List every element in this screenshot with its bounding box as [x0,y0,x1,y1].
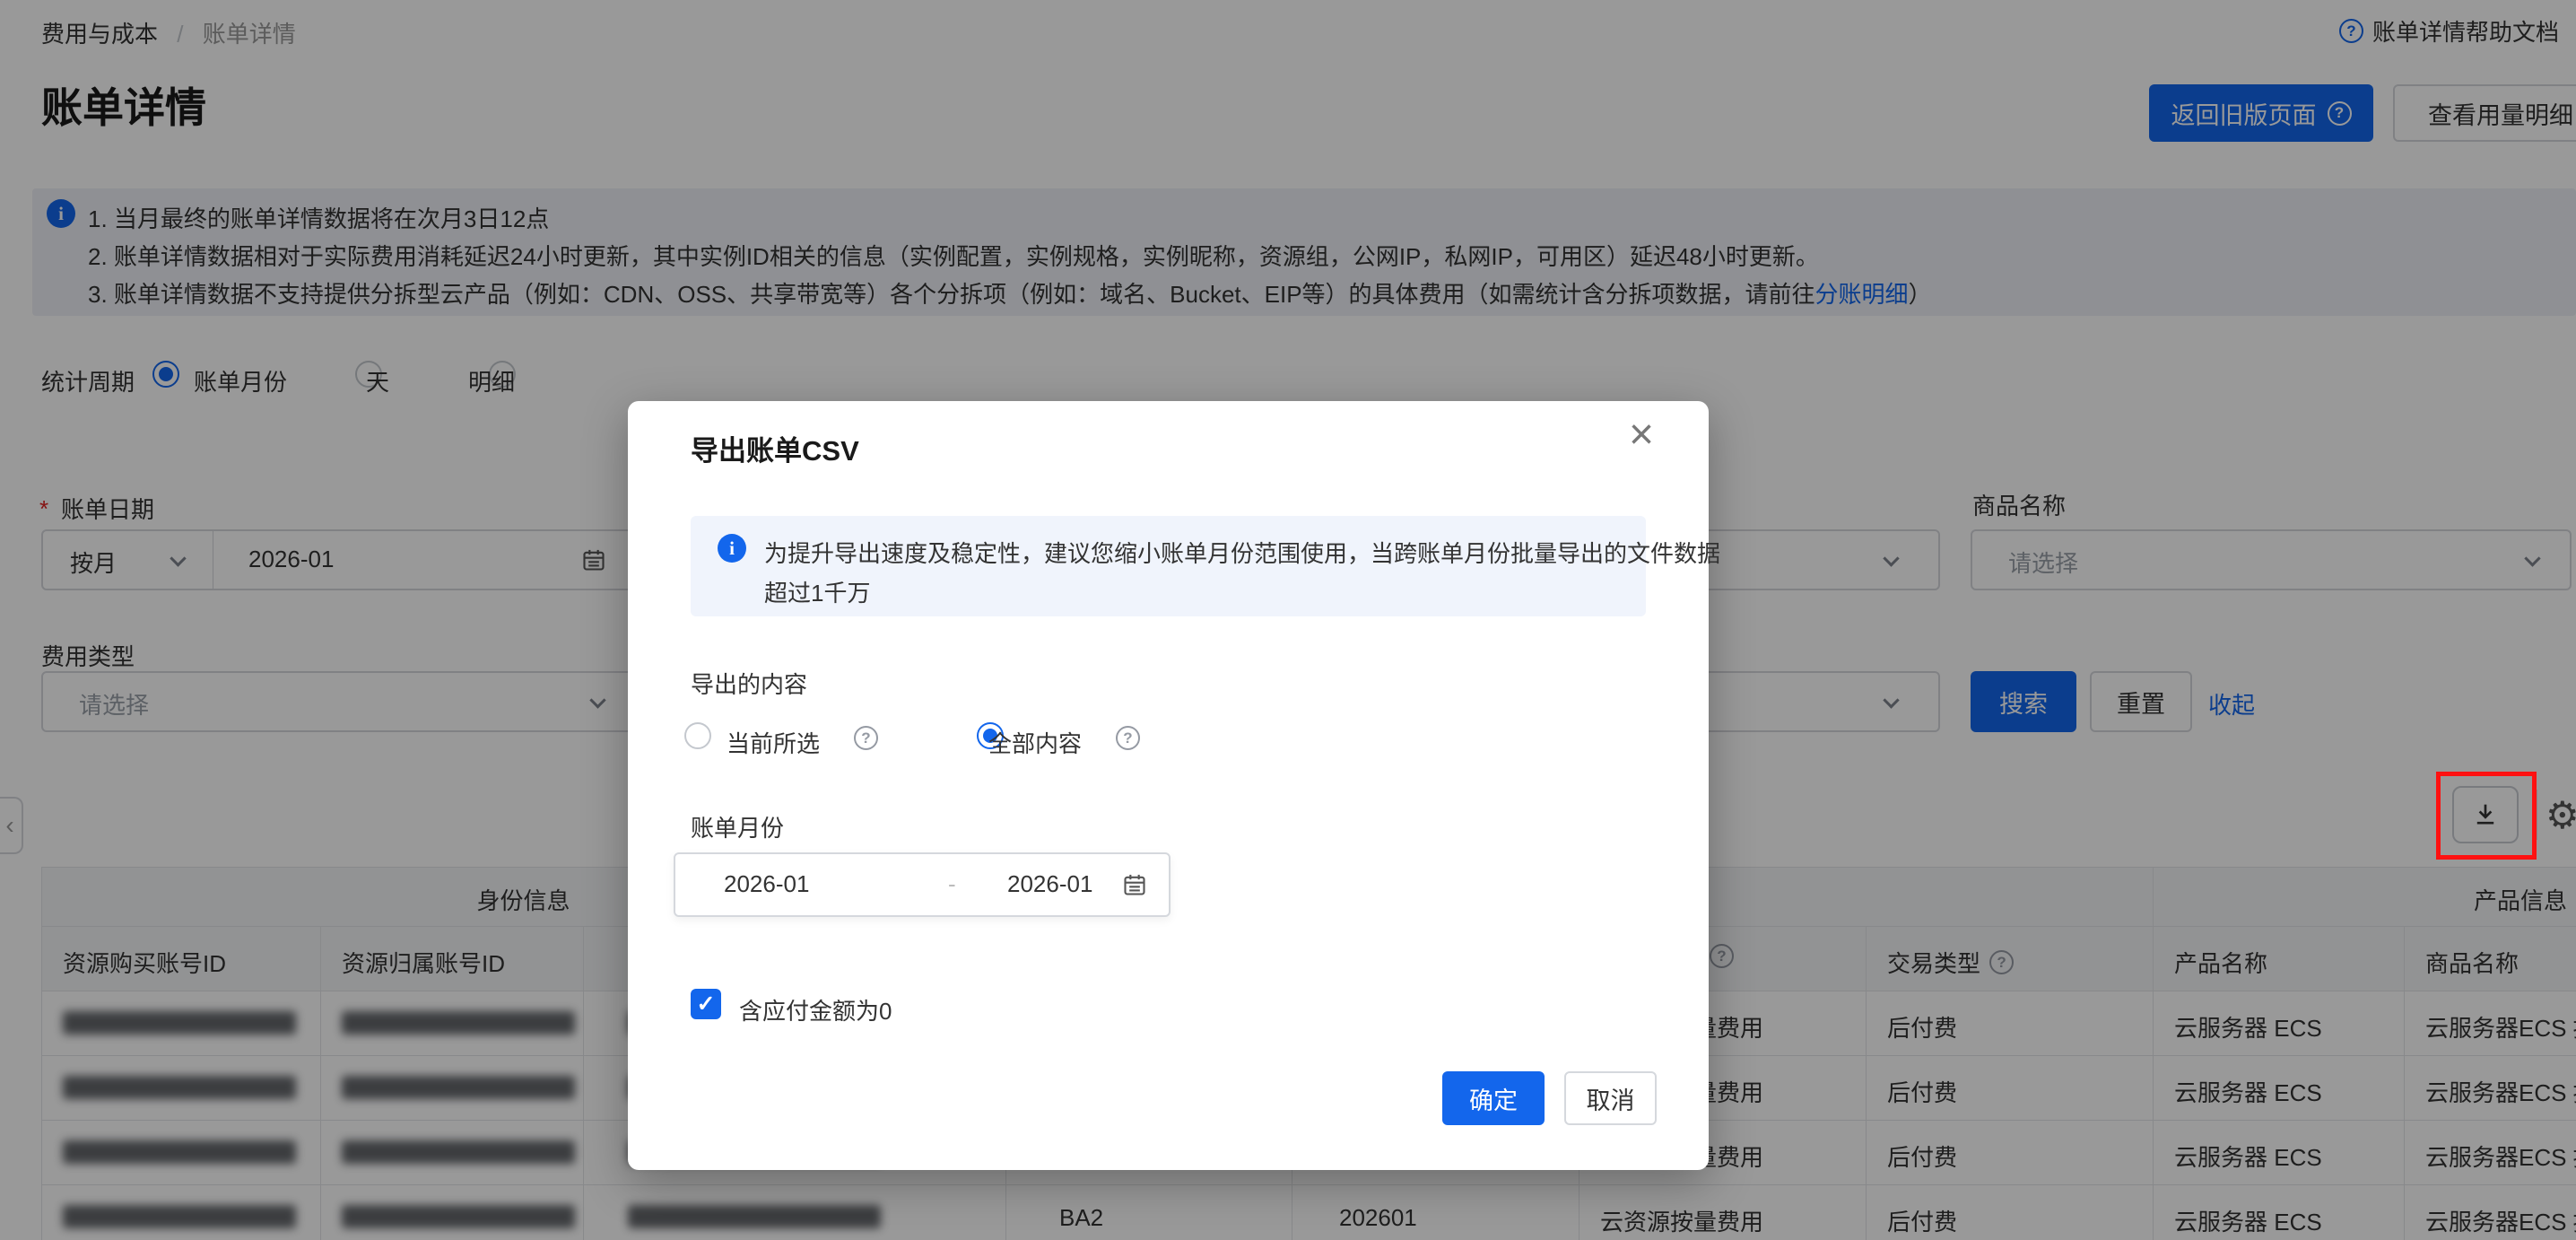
target-highlight-annotation [2436,772,2537,860]
modal-notice: i 为提升导出速度及稳定性，建议您缩小账单月份范围使用，当跨账单月份批量导出的文… [691,516,1646,616]
close-icon[interactable]: × [1629,414,1654,457]
modal-title: 导出账单CSV [691,428,859,468]
cancel-button[interactable]: 取消 [1564,1071,1657,1125]
modal-notice-line-1: 为提升导出速度及稳定性，建议您缩小账单月份范围使用，当跨账单月份批量导出的文件数… [764,536,1720,569]
month-start-input[interactable]: 2026-01 [724,870,809,898]
month-end-input[interactable]: 2026-01 [1007,870,1092,898]
modal-notice-line-2: 超过1千万 [764,575,870,608]
export-csv-modal: 导出账单CSV × i 为提升导出速度及稳定性，建议您缩小账单月份范围使用，当跨… [628,401,1709,1170]
cancel-label: 取消 [1587,1081,1635,1116]
bill-month-label: 账单月份 [691,810,784,843]
bill-detail-page: 费用与成本 / 账单详情 ? 账单详情帮助文档 账单详情 返回旧版页面 ? 查看… [0,0,2576,1240]
confirm-label: 确定 [1469,1081,1518,1116]
radio-all-help-icon[interactable]: ? [1116,726,1140,750]
include-zero-checkbox[interactable]: ✓ [691,989,721,1019]
export-content-label: 导出的内容 [691,667,807,700]
radio-all-content-label[interactable]: 全部内容 [988,726,1082,759]
radio-current-selection-label[interactable]: 当前所选 [727,726,820,759]
check-icon: ✓ [697,991,716,1017]
include-zero-label[interactable]: 含应付金额为0 [739,993,892,1026]
radio-current-help-icon[interactable]: ? [854,726,878,750]
radio-current-selection[interactable] [684,722,711,749]
modal-calendar-icon[interactable] [1122,872,1147,897]
modal-info-icon: i [718,534,746,563]
month-range-input[interactable]: 2026-01 - 2026-01 [674,852,1171,917]
range-separator: - [948,870,956,898]
confirm-button[interactable]: 确定 [1442,1071,1545,1125]
